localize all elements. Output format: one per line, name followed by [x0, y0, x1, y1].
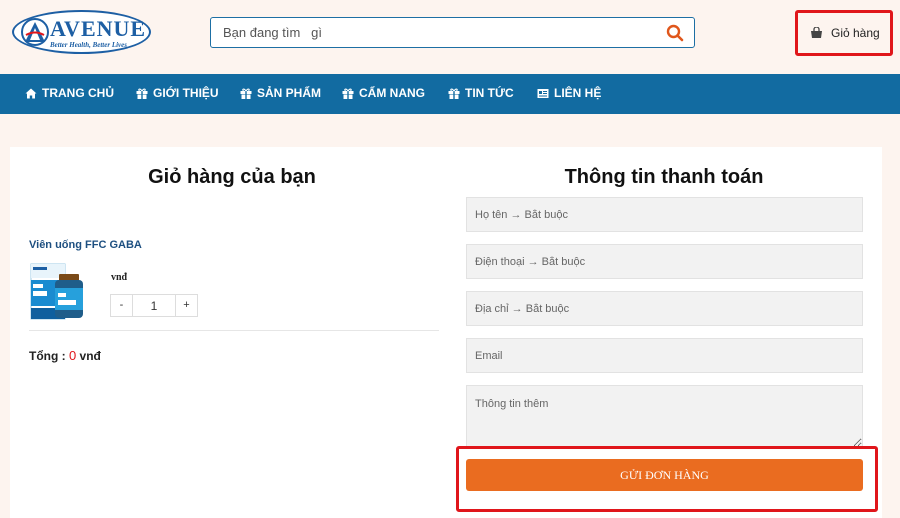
checkout-title: Thông tin thanh toán — [564, 166, 764, 188]
quantity-increase-button[interactable]: + — [175, 295, 197, 316]
search-icon[interactable] — [666, 24, 684, 42]
cart-total: Tổng : 0 vnđ — [29, 348, 101, 363]
cart-button[interactable]: Giỏ hàng — [810, 26, 880, 40]
nav-label: CẨM NANG — [359, 86, 425, 100]
nav-item-tin-tuc[interactable]: TIN TỨC — [448, 86, 514, 100]
gift-icon — [448, 88, 460, 99]
cart-highlight-box: Giỏ hàng — [795, 10, 893, 56]
nav-item-lien-he[interactable]: LIÊN HỆ — [537, 86, 601, 100]
cart-title: Giỏ hàng của bạn — [148, 166, 316, 188]
nav-label: TRANG CHỦ — [42, 86, 114, 100]
quantity-stepper: - + — [110, 294, 198, 317]
address-field[interactable] — [466, 291, 863, 326]
nav-item-gioi-thieu[interactable]: GIỚI THIỆU — [136, 86, 219, 100]
gift-icon — [136, 88, 148, 99]
name-field[interactable] — [466, 197, 863, 232]
total-label: Tổng : — [29, 349, 69, 363]
nav-item-san-pham[interactable]: SẢN PHẨM — [240, 86, 321, 100]
nav-label: GIỚI THIỆU — [153, 86, 219, 100]
notes-field[interactable] — [466, 385, 863, 448]
phone-field[interactable] — [466, 244, 863, 279]
cart-label: Giỏ hàng — [831, 26, 880, 40]
product-image[interactable] — [29, 260, 89, 322]
avenue-logo[interactable]: AVENUE Better Health, Better Lives — [12, 10, 151, 54]
cart-divider — [29, 330, 439, 331]
home-icon — [25, 88, 37, 98]
nav-item-trang-chu[interactable]: TRANG CHỦ — [25, 86, 114, 100]
quantity-decrease-button[interactable]: - — [111, 295, 133, 316]
submit-order-button[interactable]: GỬI ĐƠN HÀNG — [466, 459, 863, 491]
logo-mark-icon — [21, 18, 49, 46]
product-price: vnđ — [111, 272, 128, 283]
nav-label: TIN TỨC — [465, 86, 514, 100]
gift-icon — [342, 88, 354, 99]
search-bar — [210, 17, 695, 48]
quantity-input[interactable] — [133, 295, 175, 316]
nav-item-cam-nang[interactable]: CẨM NANG — [342, 86, 425, 100]
nav-label: LIÊN HỆ — [554, 86, 602, 100]
main-nav: TRANG CHỦ GIỚI THIỆU SẢN PHẨM CẨM NANG T… — [0, 74, 900, 114]
nav-label: SẢN PHẨM — [257, 86, 322, 100]
shopping-bag-icon — [811, 27, 822, 38]
contact-card-icon — [537, 88, 549, 98]
search-input[interactable] — [211, 18, 651, 46]
logo-tagline: Better Health, Better Lives — [50, 41, 127, 49]
total-unit: vnđ — [76, 349, 101, 363]
site-header: AVENUE Better Health, Better Lives Giỏ h… — [0, 0, 900, 74]
gift-icon — [240, 88, 252, 99]
email-field[interactable] — [466, 338, 863, 373]
logo-name: AVENUE — [50, 16, 147, 41]
product-name-link[interactable]: Viên uống FFC GABA — [29, 239, 142, 251]
